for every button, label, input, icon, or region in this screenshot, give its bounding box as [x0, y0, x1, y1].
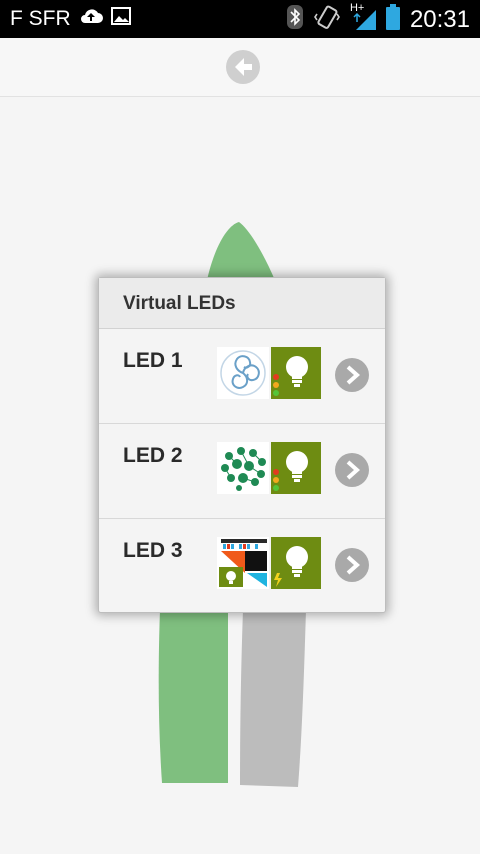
- arrow-left-icon: [235, 58, 252, 76]
- triskelion-icon: [217, 347, 269, 399]
- green-leg: [158, 610, 228, 783]
- bulb-traffic-light-icon: [271, 442, 321, 494]
- grey-leg: [240, 610, 306, 787]
- led-item-3[interactable]: LED 3: [99, 519, 385, 613]
- network-type: H+: [349, 2, 365, 14]
- led-item-1[interactable]: LED 1: [99, 329, 385, 424]
- chevron-right-icon[interactable]: [335, 453, 369, 487]
- carrier-name: F SFR: [10, 7, 71, 30]
- led-item-2[interactable]: LED 2: [99, 424, 385, 519]
- status-bar: F SFR H+ 20:31: [0, 0, 480, 38]
- battery-icon: [385, 4, 400, 35]
- molecule-sphere-icon: [217, 442, 269, 494]
- chevron-right-icon[interactable]: [335, 548, 369, 582]
- action-bar: [0, 38, 480, 97]
- cloud-upload-icon: [79, 7, 103, 31]
- chevron-right-icon[interactable]: [335, 358, 369, 392]
- led-label: LED 2: [123, 444, 183, 467]
- bluetooth-icon: [286, 4, 304, 35]
- leaf-shape: [207, 222, 274, 280]
- led-label: LED 3: [123, 539, 183, 562]
- dialog-title: Virtual LEDs: [123, 293, 236, 314]
- bulb-lightning-icon: [271, 537, 321, 589]
- dialog-header: Virtual LEDs: [99, 278, 385, 329]
- signal-icon: H+: [349, 2, 376, 35]
- colorful-blocks-icon: [217, 537, 269, 589]
- back-button[interactable]: [226, 50, 260, 84]
- virtual-leds-dialog: Virtual LEDs LED 1 LED 2 LED 3: [98, 277, 386, 613]
- bulb-traffic-light-icon: [271, 347, 321, 399]
- vibrate-icon: [313, 4, 340, 35]
- led-label: LED 1: [123, 349, 183, 372]
- clock: 20:31: [409, 5, 470, 33]
- image-notification-icon: [110, 7, 131, 31]
